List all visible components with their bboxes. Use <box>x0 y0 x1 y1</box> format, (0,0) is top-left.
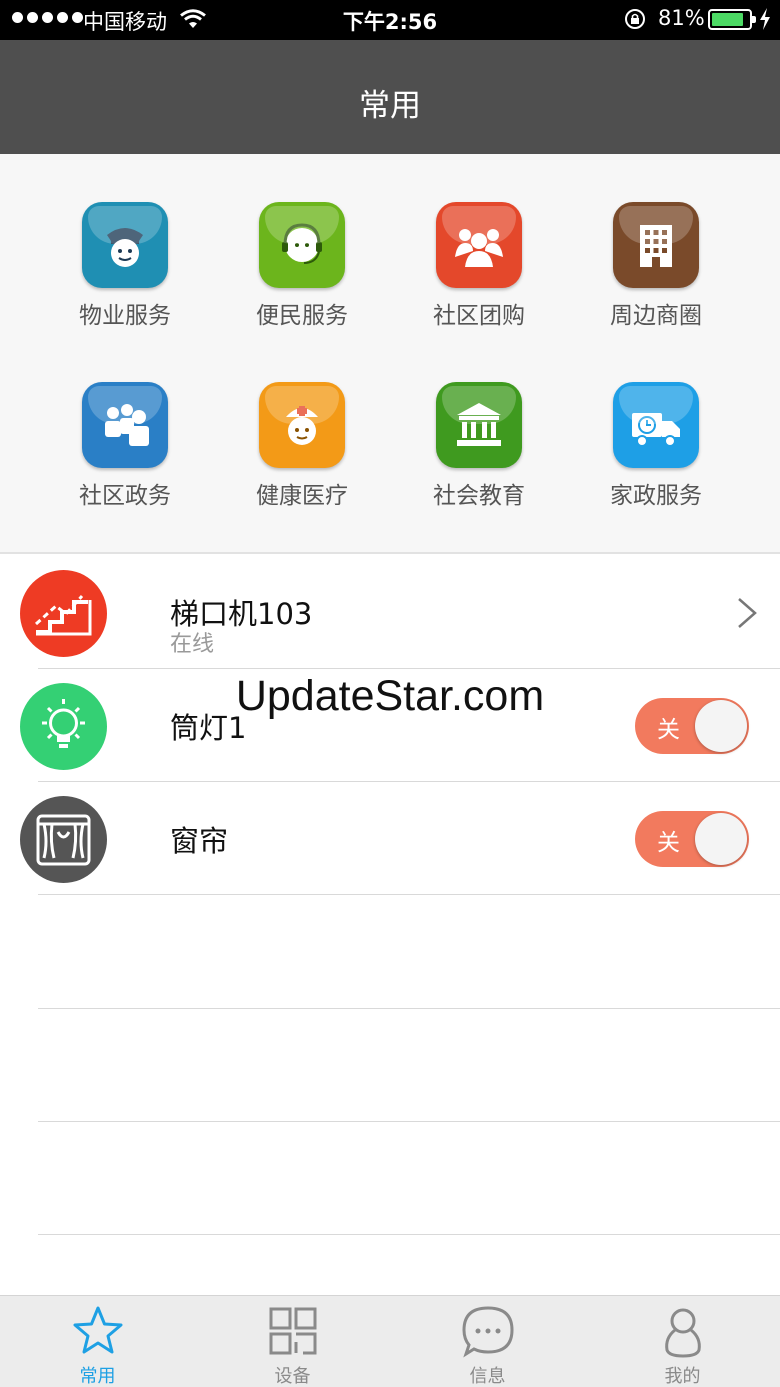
service-nearby-shops[interactable]: 周边商圈 <box>567 202 745 330</box>
tab-label: 我的 <box>664 1366 701 1387</box>
tab-label: 信息 <box>469 1366 506 1387</box>
institution-icon <box>436 382 522 468</box>
battery-percentage: 81% <box>658 6 705 30</box>
device-status: 在线 <box>170 632 215 657</box>
star-icon <box>73 1306 123 1354</box>
battery-icon <box>708 9 756 30</box>
chevron-right-icon[interactable] <box>736 596 758 630</box>
service-grid: 物业服务 便民服务 社区团购 周边商圈 社区政务 健康医疗 社会教育 家政服务 <box>0 154 780 554</box>
moving-truck-icon <box>613 382 699 468</box>
person-icon <box>665 1308 701 1358</box>
service-housekeeping[interactable]: 家政服务 <box>567 382 745 510</box>
tab-label: 常用 <box>79 1366 116 1387</box>
tab-common[interactable]: 常用 <box>0 1296 195 1387</box>
service-education[interactable]: 社会教育 <box>390 382 568 510</box>
grid-icon <box>269 1307 317 1355</box>
service-label: 周边商圈 <box>610 303 702 329</box>
service-government[interactable]: 社区政务 <box>36 382 214 510</box>
navigation-bar: 常用 <box>0 40 780 154</box>
toggle-label: 关 <box>657 830 680 856</box>
service-label: 社区政务 <box>79 483 171 509</box>
service-label: 社区团购 <box>433 303 525 329</box>
security-guard-icon <box>82 202 168 288</box>
service-label: 家政服务 <box>610 483 702 509</box>
divider <box>38 1121 780 1122</box>
service-property[interactable]: 物业服务 <box>36 202 214 330</box>
service-label: 物业服务 <box>79 303 171 329</box>
tab-devices[interactable]: 设备 <box>195 1296 390 1387</box>
chat-bubble-icon <box>462 1306 514 1358</box>
device-row-intercom[interactable]: 梯口机103 在线 <box>0 556 780 669</box>
rotation-lock-icon <box>625 9 645 29</box>
curtain-icon <box>20 796 107 883</box>
service-convenience[interactable]: 便民服务 <box>213 202 391 330</box>
tab-mine[interactable]: 我的 <box>585 1296 780 1387</box>
divider <box>38 1008 780 1009</box>
watermark: UpdateStar.com <box>235 672 545 720</box>
device-row-curtain[interactable]: 窗帘 关 <box>0 782 780 895</box>
charging-bolt-icon <box>760 8 770 30</box>
device-name: 窗帘 <box>170 824 229 858</box>
stairs-icon <box>20 570 107 657</box>
divider <box>38 1234 780 1235</box>
tab-label: 设备 <box>274 1366 311 1387</box>
service-label: 便民服务 <box>256 303 348 329</box>
curtain-toggle[interactable]: 关 <box>635 811 749 867</box>
tab-bar: 常用 设备 信息 我的 <box>0 1295 780 1387</box>
toggle-knob <box>695 813 747 865</box>
building-icon <box>613 202 699 288</box>
service-group-buy[interactable]: 社区团购 <box>390 202 568 330</box>
service-label: 健康医疗 <box>256 483 348 509</box>
customer-service-icon <box>259 202 345 288</box>
status-bar: 中国移动 下午2:56 81% <box>0 0 780 40</box>
users-icon <box>82 382 168 468</box>
group-people-icon <box>436 202 522 288</box>
nurse-icon <box>259 382 345 468</box>
service-health[interactable]: 健康医疗 <box>213 382 391 510</box>
service-label: 社会教育 <box>433 483 525 509</box>
tab-messages[interactable]: 信息 <box>390 1296 585 1387</box>
page-title: 常用 <box>359 88 421 124</box>
